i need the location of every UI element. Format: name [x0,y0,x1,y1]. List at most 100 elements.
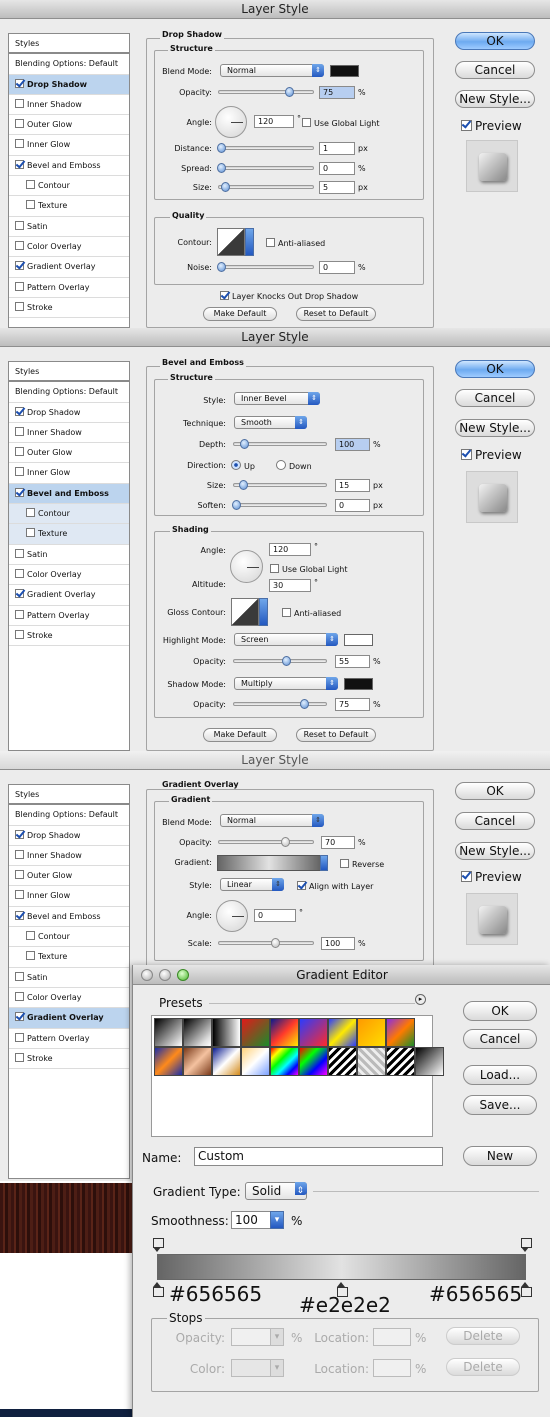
opacity-field[interactable]: 75 [319,86,355,99]
preset-swatch[interactable] [154,1018,183,1047]
angle-field[interactable]: 120 [254,115,294,128]
style-item[interactable]: Color Overlay [9,237,129,258]
checkbox-icon[interactable] [15,487,24,497]
stop-color-location-field[interactable] [373,1359,411,1377]
ok-button[interactable]: OK [455,782,535,800]
checkbox-icon[interactable] [15,78,24,88]
slider-thumb[interactable] [217,143,226,153]
altitude-field[interactable]: 30 [269,579,311,592]
size-slider[interactable] [218,182,314,192]
checkbox-icon[interactable] [15,1032,24,1042]
anti-aliased-checkbox[interactable]: Anti-aliased [266,238,325,248]
blend-mode-select[interactable]: Normal ⇕ [220,64,324,77]
style-item[interactable]: Outer Glow [9,443,129,464]
opacity-slider[interactable] [218,837,314,847]
checkbox-icon[interactable] [15,98,24,108]
direction-down-radio[interactable]: Down [276,460,312,471]
size-field[interactable]: 5 [319,181,355,194]
minimize-window-button[interactable] [159,969,171,981]
style-item[interactable]: Contour [9,176,129,197]
align-layer-checkbox[interactable]: Align with Layer [297,881,373,891]
delete-opacity-stop-button[interactable]: Delete [446,1327,520,1345]
slider-thumb[interactable] [217,163,226,173]
checkbox-icon[interactable] [15,910,24,920]
opacity-stop-right[interactable] [521,1238,532,1252]
preset-swatch[interactable] [357,1047,386,1076]
style-item[interactable]: Texture [9,947,129,968]
checkbox-icon[interactable] [15,870,24,880]
load-button[interactable]: Load... [463,1065,537,1085]
checkbox-icon[interactable] [15,119,24,129]
style-item[interactable]: Texture [9,196,129,217]
size-slider[interactable] [233,480,327,490]
global-light-checkbox[interactable]: Use Global Light [302,118,380,128]
slider-thumb[interactable] [232,500,241,510]
style-item[interactable]: Blending Options: Default [9,805,129,826]
preset-swatch[interactable] [212,1018,241,1047]
stop-opacity-field[interactable] [231,1328,271,1346]
preset-swatch[interactable] [183,1018,212,1047]
checkbox-icon[interactable] [26,951,35,961]
preset-swatch[interactable] [357,1018,386,1047]
stop-opacity-location-field[interactable] [373,1328,411,1346]
style-item[interactable]: Texture [9,524,129,545]
angle-field[interactable]: 0 [254,909,296,922]
slider-thumb[interactable] [285,87,294,97]
style-item[interactable]: Drop Shadow [9,403,129,423]
angle-dial[interactable] [230,550,263,583]
blend-mode-select[interactable]: Normal ⇕ [220,814,324,827]
gradient-type-select[interactable]: Solid ⇕ [245,1182,307,1200]
angle-field[interactable]: 120 [269,543,311,556]
knockout-checkbox[interactable]: Layer Knocks Out Drop Shadow [220,291,358,301]
opacity-field[interactable]: 70 [321,836,355,849]
reset-default-button[interactable]: Reset to Default [296,728,376,742]
gradient-bar[interactable] [157,1254,526,1280]
cancel-button[interactable]: Cancel [455,61,535,79]
checkbox-icon[interactable] [26,200,35,210]
noise-slider[interactable] [217,262,314,272]
checkbox-icon[interactable] [15,426,24,436]
style-item[interactable]: Pattern Overlay [9,1029,129,1049]
gradient-preview[interactable] [217,855,321,871]
delete-color-stop-button[interactable]: Delete [446,1358,520,1376]
reverse-checkbox[interactable]: Reverse [340,859,384,869]
preset-swatch[interactable] [270,1047,299,1076]
style-item[interactable]: Pattern Overlay [9,278,129,298]
style-item[interactable]: Inner Shadow [9,846,129,867]
checkbox-icon[interactable] [15,890,24,900]
style-item[interactable]: Bevel and Emboss [9,156,129,177]
style-item[interactable]: Inner Shadow [9,95,129,116]
preset-swatch[interactable] [241,1018,270,1047]
style-item[interactable]: Inner Glow [9,135,129,156]
ok-button[interactable]: OK [455,32,535,50]
checkbox-icon[interactable] [15,281,24,291]
style-item[interactable]: Stroke [9,626,129,647]
style-item[interactable]: Color Overlay [9,565,129,586]
direction-up-radio[interactable]: Up [231,460,255,471]
scale-field[interactable]: 100 [321,937,355,950]
size-field[interactable]: 15 [335,479,370,492]
slider-thumb[interactable] [217,262,226,272]
preset-swatch[interactable] [212,1047,241,1076]
preset-swatch[interactable] [154,1047,183,1076]
checkbox-icon[interactable] [15,991,24,1001]
scale-slider[interactable] [218,938,314,948]
preset-swatch[interactable] [386,1018,415,1047]
style-item[interactable]: Inner Glow [9,886,129,907]
shadow-mode-select[interactable]: Multiply ⇕ [234,677,338,690]
checkbox-icon[interactable] [15,1052,24,1062]
new-button[interactable]: New [463,1146,537,1166]
checkbox-icon[interactable] [15,447,24,457]
style-item[interactable]: Stroke [9,298,129,319]
opacity-stop-left[interactable] [153,1238,164,1252]
checkbox-icon[interactable] [15,220,24,230]
gradient-style-select[interactable]: Linear ⇕ [220,878,284,891]
style-item[interactable]: Bevel and Emboss [9,483,129,505]
spread-field[interactable]: 0 [319,162,355,175]
style-item[interactable]: Pattern Overlay [9,606,129,626]
angle-dial[interactable] [216,900,248,932]
distance-field[interactable]: 1 [319,142,355,155]
presets-menu-icon[interactable]: ▸ [415,994,426,1005]
contour-picker[interactable] [217,228,254,256]
ok-button[interactable]: OK [463,1001,537,1021]
